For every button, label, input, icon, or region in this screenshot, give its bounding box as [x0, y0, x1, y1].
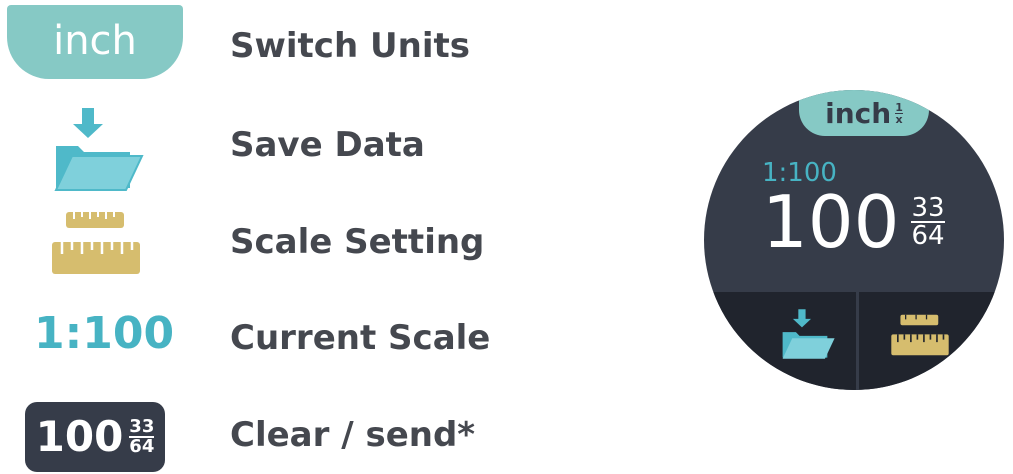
ruler-icon[interactable]: [50, 208, 142, 278]
watch-fraction-numerator: 33: [911, 193, 945, 223]
units-label: inch: [53, 18, 137, 64]
watch-value-int: 100: [762, 180, 900, 264]
watch-save-button[interactable]: [780, 308, 836, 360]
badge-fraction-denominator: 64: [129, 436, 155, 457]
badge-value-fraction: 33 64: [129, 416, 155, 457]
watch-units-button[interactable]: inch 1 x: [799, 90, 929, 136]
value-badge[interactable]: 100 33 64: [25, 402, 165, 472]
watch-unit-frac-num: 1: [895, 100, 903, 114]
badge-fraction-numerator: 33: [129, 416, 155, 437]
watch-face: inch 1 x 1:100 100 33 64: [704, 90, 1004, 390]
watch-button-divider: [856, 292, 859, 390]
watch-value-fraction: 33 64: [911, 193, 945, 251]
current-scale-label: Current Scale: [230, 318, 491, 358]
badge-value-int: 100: [35, 412, 124, 461]
watch-unit-frac-den: x: [895, 112, 903, 126]
save-data-label: Save Data: [230, 125, 425, 165]
watch-scale-button[interactable]: [890, 312, 950, 358]
switch-units-label: Switch Units: [230, 26, 470, 66]
watch-unit-fraction: 1 x: [895, 102, 903, 125]
switch-units-button[interactable]: inch: [7, 5, 183, 79]
watch-value-display[interactable]: 100 33 64: [762, 186, 945, 258]
watch-button-bar: [704, 292, 1004, 390]
watch-unit-label: inch: [825, 96, 892, 130]
folder-save-icon[interactable]: [52, 106, 144, 192]
scale-setting-label: Scale Setting: [230, 222, 485, 262]
current-scale-text: 1:100: [34, 308, 175, 359]
clear-send-label: Clear / send*: [230, 415, 476, 455]
watch-fraction-denominator: 64: [911, 221, 945, 251]
